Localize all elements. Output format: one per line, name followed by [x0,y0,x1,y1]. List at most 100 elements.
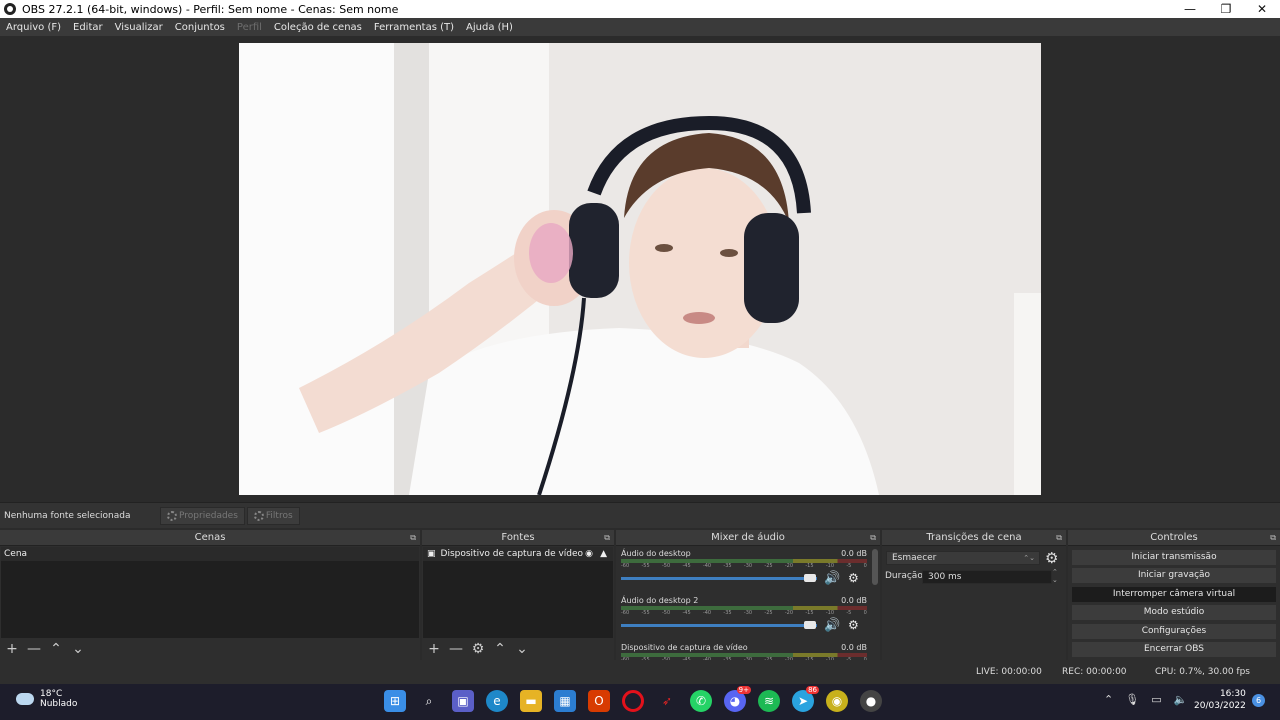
scene-item[interactable]: Cena [1,547,419,561]
preview-area [0,36,1280,502]
add-icon[interactable]: + [5,642,19,656]
telegram-icon[interactable]: ➤ 86 [792,686,819,712]
eye-icon[interactable]: ◉ [585,547,593,561]
menu-file[interactable]: Arquivo (F) [0,22,67,33]
meter-ticks: -60 -55 -50 -45 -40 -35 -30 -25 -20 -15 -10 -5 0 [621,563,867,569]
chevron-up-icon[interactable]: ⌃ [1104,693,1113,706]
edge-icon[interactable]: e [486,690,508,712]
move-up-icon[interactable]: ⌃ [493,642,507,656]
stop-virtual-camera-button[interactable]: Interromper câmera virtual [1072,587,1276,602]
mixer-header: Mixer de áudio ⧉ [616,530,880,546]
file-explorer-icon[interactable]: ▬ [520,690,542,712]
spotify-icon[interactable]: ≋ [758,690,780,712]
whatsapp-icon[interactable]: ✆ [690,690,712,712]
app-icon[interactable]: ◉ [826,690,848,712]
channel-name: Áudio do desktop [621,549,691,558]
controls-header: Controles ⧉ [1068,530,1280,546]
meter-tick-label: -35 [723,563,732,569]
dock-float-icon[interactable]: ⧉ [410,530,416,546]
dock-float-icon[interactable]: ⧉ [870,530,876,546]
meter-tick-label: -45 [682,563,691,569]
game-icon[interactable]: ➶ [656,690,678,712]
gear-icon[interactable]: ⚙ [848,571,859,585]
source-label: Dispositivo de captura de vídeo [440,549,584,559]
menu-edit[interactable]: Editar [67,22,109,33]
weather-widget[interactable]: 18°C Nublado [16,689,77,709]
store-icon[interactable]: ▦ [554,690,576,712]
meter-tick-label: -50 [661,610,671,616]
minimize-icon[interactable]: — [1172,2,1208,16]
duration-label: Duração [885,571,923,581]
menu-view[interactable]: Visualizar [109,22,169,33]
meter-tick-label: -40 [702,610,712,616]
meter-tick-label: -25 [764,610,773,616]
obs-icon[interactable]: ● [860,690,882,712]
meter-tick-label: -55 [641,610,650,616]
volume-slider-handle[interactable] [804,574,816,582]
windows-start-icon[interactable]: ⊞ [384,690,406,712]
chat-icon[interactable]: ▣ [452,690,474,712]
channel-name: Áudio do desktop 2 [621,596,699,605]
status-bar: LIVE: 00:00:00 REC: 00:00:00 CPU: 0.7%, … [0,660,1280,684]
speaker-icon[interactable]: 🔊 [824,618,840,633]
transition-select[interactable]: Esmaecer ⌃⌄ [886,551,1040,565]
notification-badge[interactable]: 6 [1252,694,1265,707]
scenes-dock: Cenas ⧉ Cena + — ⌃ ⌄ [0,530,420,660]
exit-button[interactable]: Encerrar OBS [1072,642,1276,657]
microphone-icon[interactable]: 🎙 [1125,693,1139,706]
start-recording-button[interactable]: Iniciar gravação [1072,568,1276,583]
filters-button[interactable]: Filtros [246,506,300,525]
properties-label: Propriedades [179,510,238,521]
volume-slider-handle[interactable] [804,621,816,629]
duration-input[interactable]: 300 ms [922,570,1052,584]
network-icon[interactable]: ▭ [1151,693,1161,706]
studio-mode-button[interactable]: Modo estúdio [1072,605,1276,620]
search-icon[interactable]: ⌕ [418,690,440,712]
volume-slider[interactable] [621,624,817,627]
menu-profile[interactable]: Perfil [231,22,268,33]
gear-icon[interactable]: ⚙ [1045,549,1058,567]
discord-badge: 9+ [736,686,751,694]
volume-slider[interactable] [621,577,817,580]
source-item[interactable]: ▣ Dispositivo de captura de vídeo ◉ ▲ [423,547,613,561]
gear-icon[interactable]: ⚙ [471,642,485,656]
properties-button[interactable]: Propriedades [160,506,245,525]
meter-tick-label: -40 [702,563,712,569]
menu-collections[interactable]: Conjuntos [169,22,231,33]
move-down-icon[interactable]: ⌄ [71,642,85,656]
remove-icon[interactable]: — [27,642,41,656]
dock-float-icon[interactable]: ⧉ [1270,530,1276,546]
maximize-icon[interactable]: ❐ [1208,2,1244,16]
no-source-selected-label: Nenhuma fonte selecionada [4,510,131,521]
menu-scene-collection[interactable]: Coleção de cenas [268,22,368,33]
volume-icon[interactable]: 🔈 [1174,693,1188,706]
move-down-icon[interactable]: ⌄ [515,642,529,656]
title-bar: OBS 27.2.1 (64-bit, windows) - Perfil: S… [0,0,1280,18]
webcam-image [239,43,1041,495]
discord-icon[interactable]: ◕ 9+ [724,686,751,712]
mixer-scrollbar[interactable] [872,549,878,585]
gear-icon[interactable]: ⚙ [848,618,859,632]
office-icon[interactable]: O [588,690,610,712]
close-icon[interactable]: ✕ [1244,2,1280,16]
video-preview[interactable] [239,43,1041,495]
clock[interactable]: 16:30 20/03/2022 [1194,688,1246,712]
speaker-icon[interactable]: 🔊 [824,571,840,586]
transitions-title: Transições de cena [926,532,1022,543]
settings-button[interactable]: Configurações [1072,624,1276,639]
add-icon[interactable]: + [427,642,441,656]
meter-tick-label: -60 [621,610,630,616]
opera-icon[interactable] [622,690,644,712]
duration-spinner-icon[interactable]: ⌃ ⌄ [1052,568,1058,584]
audio-mixer-dock: Mixer de áudio ⧉ Áudio do desktop 0.0 dB… [616,530,880,660]
menu-tools[interactable]: Ferramentas (T) [368,22,460,33]
dock-float-icon[interactable]: ⧉ [1056,530,1062,546]
remove-icon[interactable]: — [449,642,463,656]
start-streaming-button[interactable]: Iniciar transmissão [1072,550,1276,565]
menu-help[interactable]: Ajuda (H) [460,22,519,33]
move-up-icon[interactable]: ⌃ [49,642,63,656]
dock-float-icon[interactable]: ⧉ [604,530,610,546]
meter-tick-label: -60 [621,563,630,569]
lock-icon[interactable]: ▲ [600,547,607,561]
transitions-dock: Transições de cena ⧉ Esmaecer ⌃⌄ ⚙ Duraç… [882,530,1066,660]
